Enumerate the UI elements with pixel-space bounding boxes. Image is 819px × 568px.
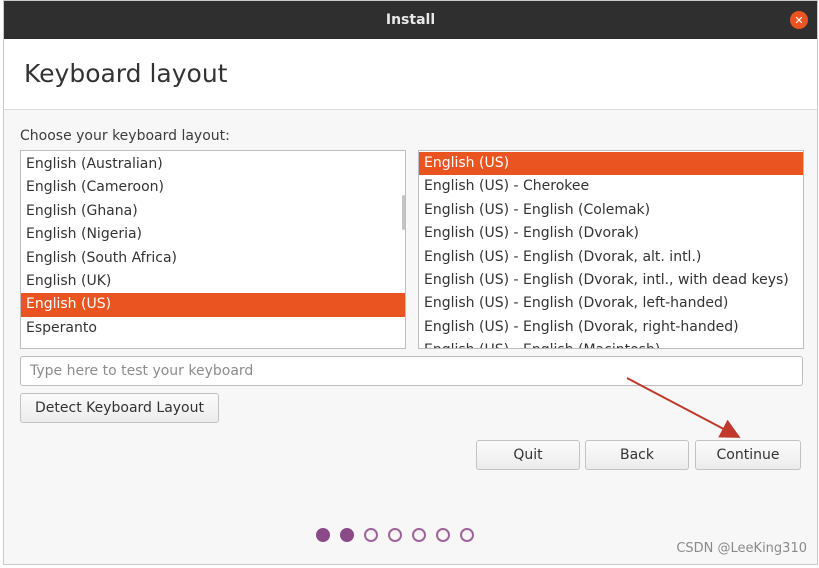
progress-dot [340, 528, 354, 542]
variant-item[interactable]: English (US) - English (Macintosh) [419, 339, 803, 348]
layout-item[interactable]: English (South Africa) [21, 247, 405, 270]
variant-item[interactable]: English (US) - English (Dvorak, intl., w… [419, 269, 803, 292]
variant-item[interactable]: English (US) - English (Dvorak, left-han… [419, 292, 803, 315]
layout-list-scrollbar[interactable] [402, 195, 405, 230]
progress-dot [412, 528, 426, 542]
choose-layout-label: Choose your keyboard layout: [20, 128, 230, 144]
progress-dots [316, 528, 474, 542]
layout-item[interactable]: English (Cameroon) [21, 176, 405, 199]
quit-button[interactable]: Quit [476, 440, 580, 470]
detect-keyboard-layout-button[interactable]: Detect Keyboard Layout [20, 393, 219, 423]
layout-item[interactable]: English (UK) [21, 270, 405, 293]
progress-dot [460, 528, 474, 542]
close-icon[interactable]: ✕ [790, 11, 808, 29]
variant-item[interactable]: English (US) - English (Dvorak) [419, 222, 803, 245]
variant-item[interactable]: English (US) [419, 152, 803, 176]
progress-dot [316, 528, 330, 542]
progress-dot [436, 528, 450, 542]
variant-item[interactable]: English (US) - English (Dvorak, right-ha… [419, 316, 803, 339]
variant-item[interactable]: English (US) - Cherokee [419, 175, 803, 198]
layout-item[interactable]: English (Nigeria) [21, 223, 405, 246]
layout-list[interactable]: English (Australian) English (Cameroon) En… [20, 150, 406, 349]
variant-item[interactable]: English (US) - English (Dvorak, alt. int… [419, 246, 803, 269]
variant-item[interactable]: English (US) - English (Colemak) [419, 199, 803, 222]
layout-item[interactable]: Esperanto [21, 317, 405, 340]
window-title: Install [385, 12, 436, 28]
progress-dot [364, 528, 378, 542]
layout-item[interactable]: English (US) [21, 293, 405, 317]
page-title: Keyboard layout [24, 59, 228, 88]
back-button[interactable]: Back [585, 440, 689, 470]
header: Keyboard layout [4, 39, 817, 110]
variant-list[interactable]: English (US) English (US) - Cherokee Engli… [418, 150, 804, 349]
title-bar: Install ✕ [4, 1, 817, 39]
keyboard-test-input[interactable] [20, 356, 803, 386]
progress-dot [388, 528, 402, 542]
continue-button[interactable]: Continue [695, 440, 801, 470]
layout-item[interactable]: English (Ghana) [21, 200, 405, 223]
installer-window: Install ✕ Keyboard layout Choose your ke… [3, 0, 818, 565]
watermark: CSDN @LeeKing310 [676, 541, 807, 556]
layout-item[interactable]: English (Australian) [21, 153, 405, 176]
